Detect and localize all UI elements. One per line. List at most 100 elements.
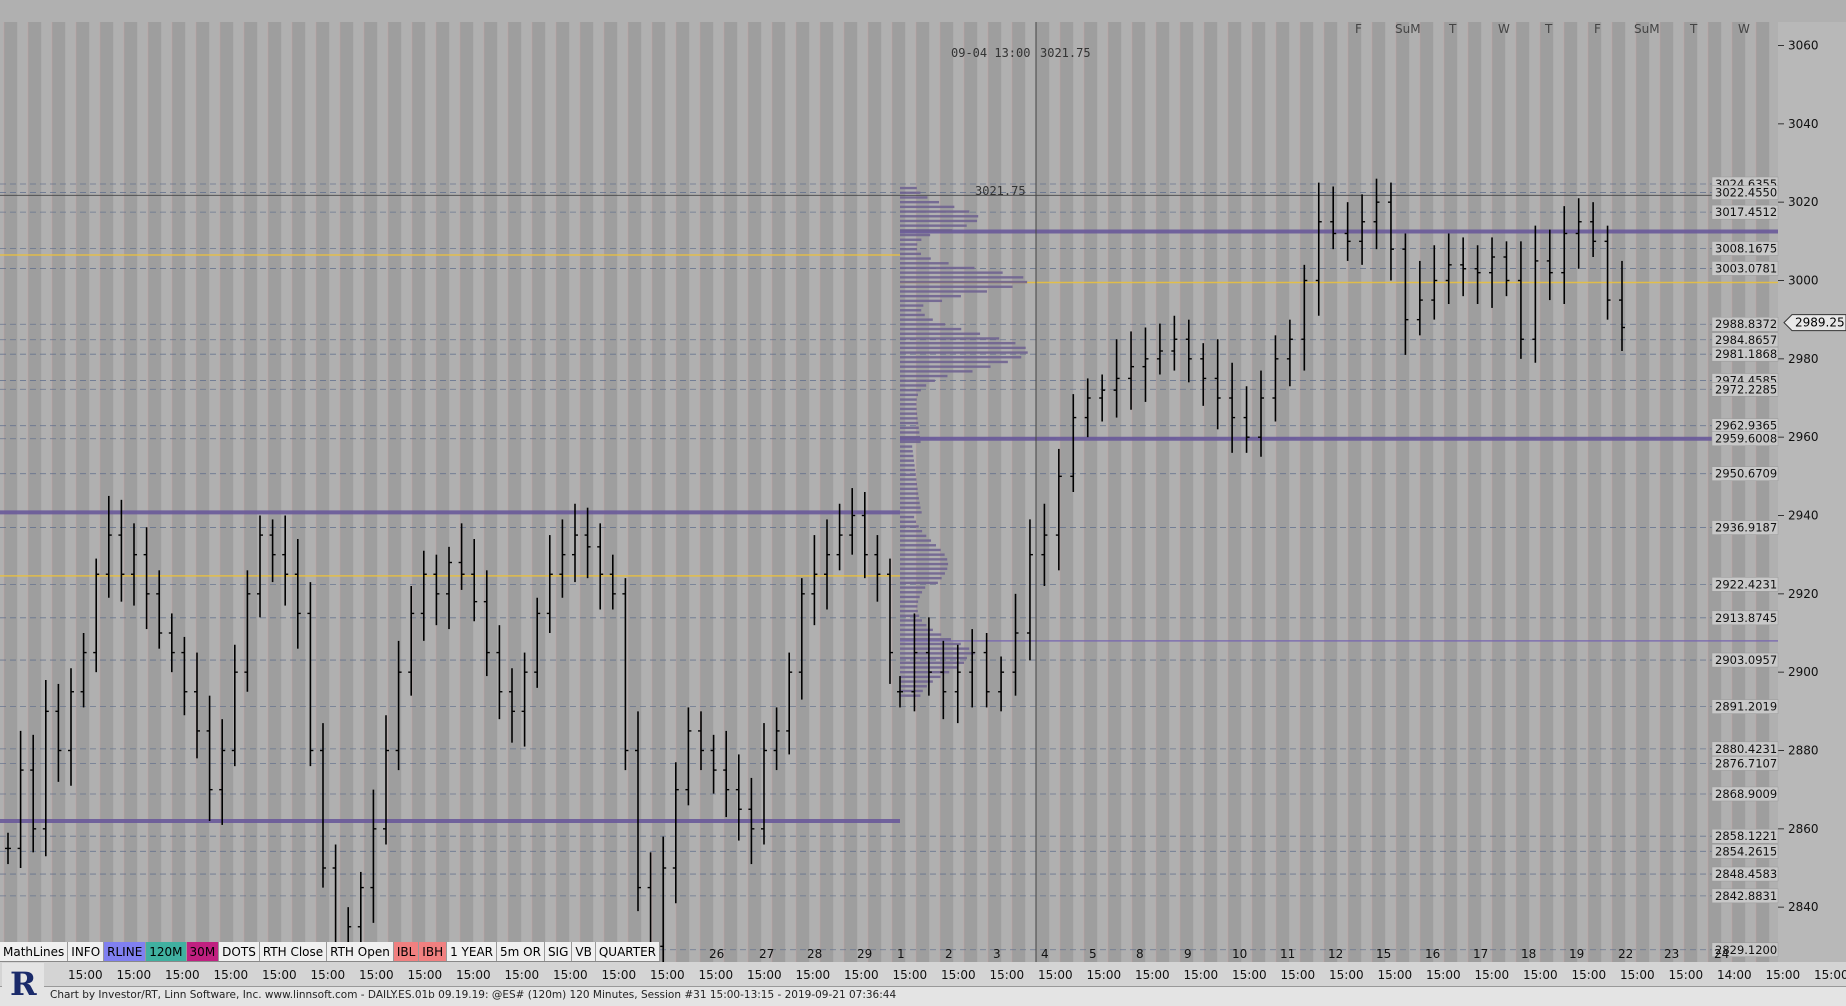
bottom-toolbar-button-0[interactable]: MathLines: [0, 942, 69, 961]
crosshair-time-label: 09-04 13:00: [951, 46, 1031, 60]
volume-profile-bar: [900, 515, 915, 519]
volume-profile-bar: [900, 581, 938, 585]
price-axis-tick: 2940: [1788, 509, 1819, 523]
session-stripe: [1324, 22, 1338, 962]
session-stripe: [1396, 22, 1410, 962]
bottom-toolbar-button-2[interactable]: RLINE: [104, 942, 147, 961]
time-axis-label: 15:00: [311, 968, 346, 982]
volume-profile-bar: [900, 337, 1000, 340]
volume-profile-bar: [900, 341, 1016, 345]
price-level-label: 2848.4583: [1715, 867, 1777, 881]
bottom-toolbar-button-4[interactable]: 30M: [186, 942, 220, 961]
volume-profile-bar: [900, 539, 932, 542]
volume-profile-bar: [900, 680, 933, 683]
bottom-toolbar-button-9[interactable]: IBH: [419, 942, 448, 961]
session-stripe: [1060, 22, 1074, 962]
price-level-label: 3022.4550: [1715, 186, 1777, 200]
volume-profile-bar: [900, 431, 920, 434]
volume-profile-bar: [900, 487, 918, 491]
date-axis-label: 10: [1232, 947, 1247, 961]
volume-profile-bar: [900, 529, 923, 533]
session-stripe: [1660, 22, 1674, 962]
session-stripe: [1468, 22, 1482, 962]
session-stripe: [1156, 22, 1170, 962]
price-level-label: 2891.2019: [1715, 700, 1777, 714]
time-axis-label: 15:00: [553, 968, 588, 982]
date-axis-label: 27: [759, 947, 774, 961]
volume-profile-bar: [900, 318, 933, 321]
volume-profile-bar: [900, 544, 937, 547]
time-axis-label: 15:00: [505, 968, 540, 982]
price-axis-tick: 2880: [1788, 744, 1819, 758]
volume-profile-bar: [900, 511, 922, 514]
volume-profile-bar: [900, 215, 979, 218]
date-axis-label: 1: [897, 947, 905, 961]
price-level-label: 2854.2615: [1715, 844, 1777, 858]
price-level-label: 2868.9009: [1715, 787, 1777, 801]
price-axis-tick: 2920: [1788, 587, 1819, 601]
volume-profile-bar: [900, 219, 978, 223]
bottom-toolbar-button-6[interactable]: RTH Close: [259, 942, 328, 961]
time-axis-label: 15:00: [408, 968, 443, 982]
time-axis-label: 15:00: [796, 968, 831, 982]
bottom-toolbar-button-10[interactable]: 1 YEAR: [447, 942, 498, 961]
volume-profile-bar: [900, 482, 918, 486]
volume-profile-bar: [900, 426, 919, 429]
volume-profile-bar: [900, 506, 921, 509]
svg-text:R: R: [10, 965, 37, 1003]
top-day-label: SuM: [1634, 22, 1660, 36]
volume-profile-bar: [900, 247, 918, 251]
volume-profile-bar: [900, 459, 914, 462]
bottom-toolbar-button-3[interactable]: 120M: [146, 942, 187, 961]
volume-profile-bar: [900, 327, 962, 331]
volume-profile-bar: [900, 191, 921, 194]
bottom-toolbar-button-1[interactable]: INFO: [68, 942, 105, 961]
top-day-label: T: [1448, 22, 1457, 36]
volume-profile-bar: [900, 200, 940, 204]
bottom-toolbar-button-5[interactable]: DOTS: [219, 942, 260, 961]
price-level-label: 3003.0781: [1715, 261, 1777, 275]
time-axis-label: 15:00: [1378, 968, 1413, 982]
bottom-toolbar-button-14[interactable]: QUARTER: [595, 942, 661, 961]
volume-profile-bar: [900, 689, 923, 693]
price-chart[interactable]: 2840 2860 2880 2900 2920 2940 2960 2980 3000 3020…: [0, 0, 1846, 986]
session-stripe: [1420, 22, 1434, 962]
volume-profile-bar: [900, 304, 924, 307]
price-level-label: 2988.8372: [1715, 317, 1777, 331]
time-axis-label: 15:00: [893, 968, 928, 982]
volume-profile-bar: [900, 417, 918, 420]
price-axis-tick: 3060: [1788, 39, 1819, 53]
bottom-toolbar-button-13[interactable]: VB: [572, 942, 596, 961]
volume-profile-bar: [900, 412, 918, 415]
volume-profile-bar: [900, 567, 948, 570]
date-axis-label: 22: [1618, 947, 1633, 961]
session-stripe: [1516, 22, 1530, 962]
volume-profile-bar: [900, 205, 955, 209]
date-axis-label: 18: [1521, 947, 1536, 961]
time-axis-label: 15:00: [1620, 968, 1655, 982]
time-axis-label: 15:00: [990, 968, 1025, 982]
session-stripe: [1612, 22, 1626, 962]
bottom-toolbar-button-8[interactable]: IBL: [393, 942, 420, 961]
volume-profile-bar: [900, 374, 948, 378]
session-stripe: [1492, 22, 1506, 962]
price-axis-tick: 2900: [1788, 665, 1819, 679]
volume-profile-bar: [900, 619, 922, 622]
time-axis-label: 15:00: [602, 968, 637, 982]
volume-profile-bar: [900, 534, 927, 538]
session-stripe: [1108, 22, 1122, 962]
session-stripe: [1588, 22, 1602, 962]
date-axis-label: 26: [709, 947, 724, 961]
volume-profile-bar: [900, 647, 970, 650]
bottom-toolbar-button-7[interactable]: RTH Open: [327, 942, 394, 961]
top-day-label: F: [1355, 22, 1362, 36]
volume-profile-bar: [900, 384, 927, 387]
bottom-toolbar-button-12[interactable]: SIG: [544, 942, 573, 961]
bottom-toolbar-button-11[interactable]: 5m OR: [497, 942, 545, 961]
volume-profile-bar: [900, 638, 951, 641]
volume-profile-bar: [900, 478, 917, 481]
price-level-label: 3008.1675: [1715, 242, 1777, 256]
date-axis-label: 4: [1041, 947, 1049, 961]
time-axis-label: 15:00: [359, 968, 394, 982]
volume-profile-bar: [900, 346, 1026, 350]
